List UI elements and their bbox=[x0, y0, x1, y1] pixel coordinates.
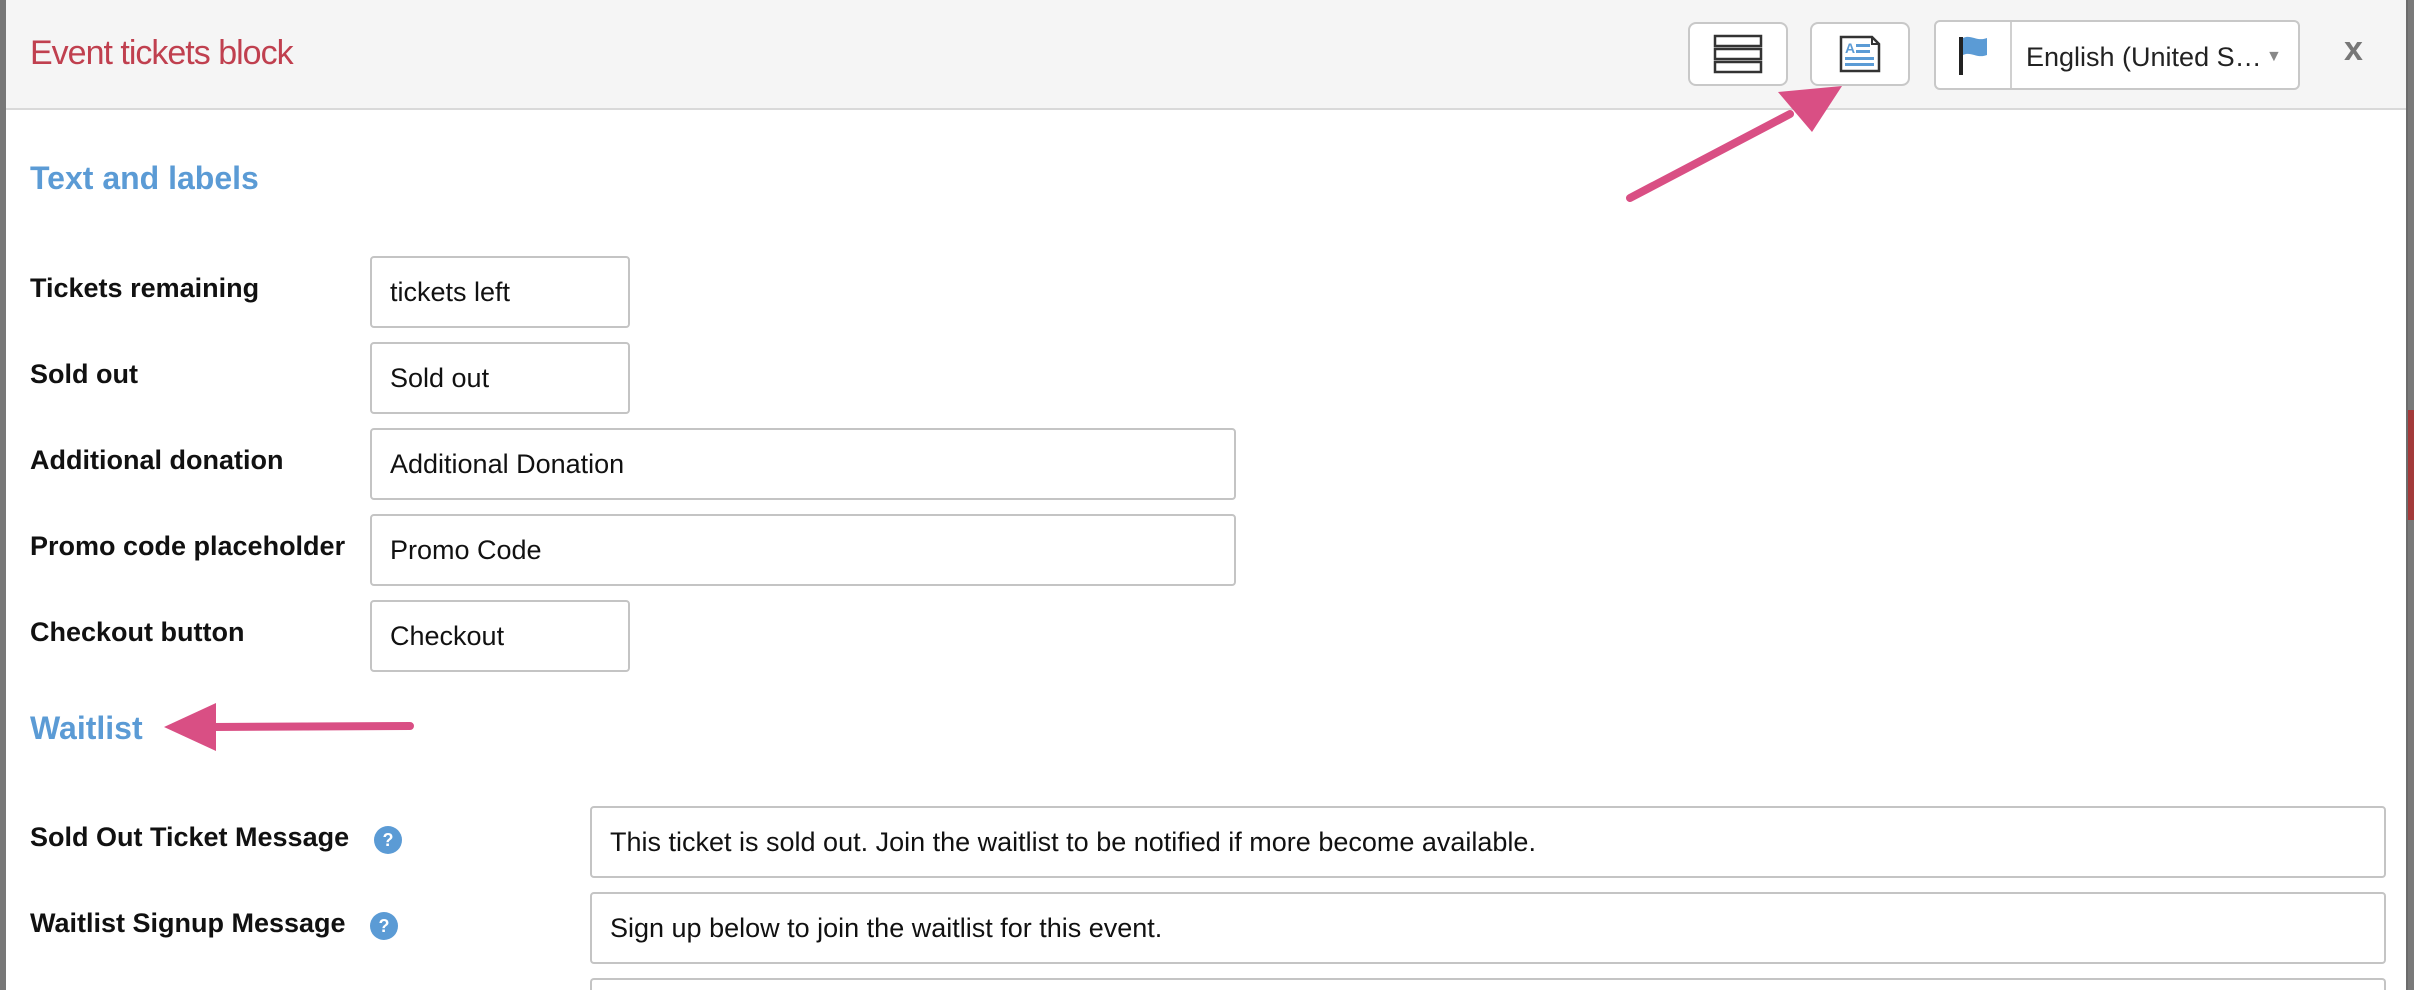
modal-header: Event tickets block A English (United S…… bbox=[6, 0, 2406, 110]
promo-code-label: Promo code placeholder bbox=[30, 531, 346, 561]
waitlist-signup-label: Waitlist Signup Message bbox=[30, 908, 346, 938]
backdrop-accent bbox=[2408, 410, 2414, 520]
checkout-button-label: Checkout button bbox=[30, 617, 245, 647]
language-selected-value: English (United S… bbox=[2026, 42, 2262, 72]
tickets-remaining-input[interactable] bbox=[370, 256, 630, 328]
language-select[interactable]: English (United S… ▼ bbox=[1934, 20, 2300, 90]
tickets-remaining-label: Tickets remaining bbox=[30, 273, 260, 303]
additional-donation-input[interactable] bbox=[370, 428, 1236, 500]
sold-out-label: Sold out bbox=[30, 359, 138, 389]
modal-title: Event tickets block bbox=[30, 34, 294, 72]
waitlist-signup-input[interactable] bbox=[590, 892, 2386, 964]
document-icon: A bbox=[1839, 35, 1881, 73]
list-rows-icon bbox=[1713, 34, 1763, 74]
sold-out-input[interactable] bbox=[370, 342, 630, 414]
help-icon[interactable]: ? bbox=[370, 912, 398, 940]
close-button[interactable]: x bbox=[2344, 30, 2363, 69]
chevron-down-icon: ▼ bbox=[2266, 48, 2282, 65]
promo-code-input[interactable] bbox=[370, 514, 1236, 586]
sold-out-message-label: Sold Out Ticket Message bbox=[30, 822, 350, 852]
svg-text:A: A bbox=[1845, 40, 1855, 56]
language-flag bbox=[1936, 22, 2012, 88]
event-tickets-modal: Event tickets block A English (United S…… bbox=[6, 0, 2406, 990]
sold-out-message-input[interactable] bbox=[590, 806, 2386, 878]
next-field-input-partial[interactable] bbox=[590, 978, 2386, 990]
document-view-button[interactable]: A bbox=[1810, 22, 1910, 86]
section-heading-waitlist: Waitlist bbox=[30, 710, 143, 746]
checkout-button-input[interactable] bbox=[370, 600, 630, 672]
help-icon[interactable]: ? bbox=[374, 826, 402, 854]
additional-donation-label: Additional donation bbox=[30, 445, 284, 475]
rows-view-button[interactable] bbox=[1688, 22, 1788, 86]
section-heading-text-and-labels: Text and labels bbox=[30, 160, 259, 196]
flag-icon bbox=[1959, 36, 1987, 75]
